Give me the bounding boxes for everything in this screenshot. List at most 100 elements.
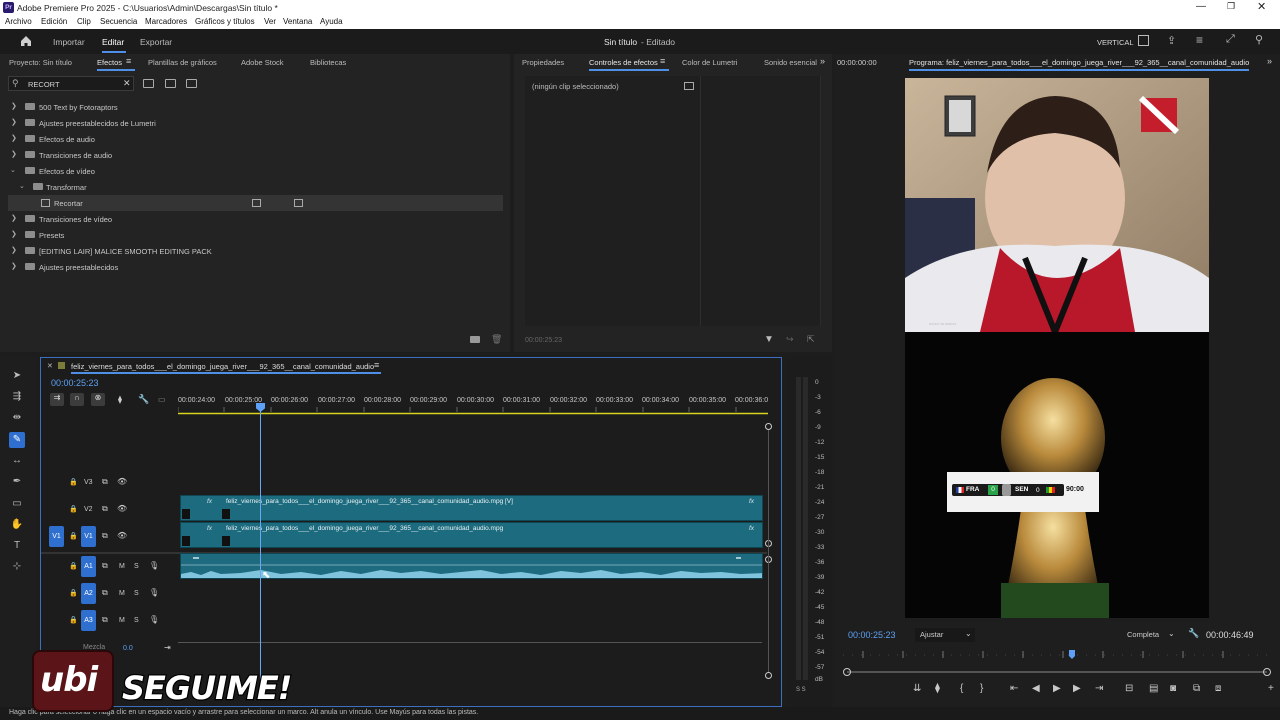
effects-search-field[interactable]: ⚲ RECORT ✕ — [8, 76, 134, 91]
a2-lock-icon[interactable]: 🔒 — [69, 589, 78, 597]
slip-tool-icon[interactable]: ↔ — [9, 453, 25, 469]
a3-mic-icon[interactable]: 🎙 — [149, 615, 159, 624]
mark-out-icon[interactable]: } — [980, 683, 983, 694]
toggle-timeline-icon[interactable] — [684, 82, 694, 90]
v1-sync-icon[interactable]: ⧉ — [102, 531, 108, 541]
tab-editar[interactable]: Editar — [102, 37, 124, 47]
new-bin-icon[interactable] — [470, 336, 480, 343]
tab-proyecto[interactable]: Proyecto: Sin título — [9, 58, 72, 67]
track-scroll-handle-bottom[interactable] — [765, 672, 772, 679]
pen-tool-icon[interactable]: ✒ — [9, 474, 25, 490]
tree-item-500-text[interactable]: ❯ 500 Text by Fotoraptors — [8, 99, 503, 115]
accelerated-effects-icon[interactable] — [143, 79, 154, 88]
program-time-ruler[interactable] — [843, 646, 1273, 676]
ripple-edit-tool-icon[interactable]: ⇹ — [9, 410, 25, 426]
menu-clip[interactable]: Clip — [77, 17, 91, 26]
tree-item-transiciones-audio[interactable]: ❯ Transiciones de audio — [8, 147, 503, 163]
home-icon[interactable] — [19, 34, 33, 48]
comparison-view-icon[interactable]: ▤ — [1149, 683, 1158, 694]
menu-ayuda[interactable]: Ayuda — [320, 17, 343, 26]
step-back-icon[interactable]: ◀ — [1032, 683, 1040, 694]
a3-solo[interactable]: S — [134, 617, 139, 624]
v2-label[interactable]: V2 — [84, 506, 93, 513]
filter-icon[interactable]: ▼ — [764, 334, 774, 345]
tree-item-transformar[interactable]: ⌄ Transformar — [8, 179, 503, 195]
tree-item-editing-lair[interactable]: ❯ [EDITING LAIR] MALICE SMOOTH EDITING PA… — [8, 243, 503, 259]
menu-archivo[interactable]: Archivo — [5, 17, 32, 26]
tab-plantillas[interactable]: Plantillas de gráficos — [148, 58, 217, 67]
workspace-layout-label[interactable]: VERTICAL — [1097, 38, 1134, 47]
menu-ver[interactable]: Ver — [264, 17, 276, 26]
go-to-in-icon[interactable]: ⇤ — [1010, 683, 1018, 694]
caption-tool-icon[interactable]: ⊹ — [9, 559, 25, 575]
track-scrollbar[interactable] — [768, 430, 769, 672]
tab-importar[interactable]: Importar — [53, 37, 85, 47]
panel-layout-icon[interactable] — [1138, 35, 1149, 46]
razor-tool-icon[interactable]: ✎ — [9, 432, 25, 448]
program-monitor-title[interactable]: Programa: feliz_viernes_para_todos___el_… — [909, 58, 1259, 67]
fit-dropdown[interactable]: Ajustar ⌄ — [915, 628, 975, 642]
a1-solo[interactable]: S — [134, 563, 139, 570]
more-tabs-icon[interactable]: » — [1267, 56, 1272, 66]
a1-label[interactable]: A1 — [81, 556, 96, 577]
track-scroll-handle-top[interactable] — [765, 423, 772, 430]
type-tool-icon[interactable]: T — [9, 538, 25, 554]
captions-icon[interactable]: ▭ — [158, 395, 166, 404]
menu-edicion[interactable]: Edición — [41, 17, 67, 26]
clear-search-icon[interactable]: ✕ — [123, 78, 131, 89]
play-only-audio-icon[interactable]: ↪ — [786, 334, 794, 345]
timeline-timecode[interactable]: 00:00:25:23 — [51, 378, 99, 388]
menu-secuencia[interactable]: Secuencia — [100, 17, 137, 26]
v2-eye-icon[interactable]: 👁 — [117, 504, 127, 513]
32bit-effects-icon[interactable] — [165, 79, 176, 88]
sequence-tab[interactable]: feliz_viernes_para_todos___el_domingo_ju… — [71, 362, 374, 371]
quality-dropdown[interactable]: Completa ⌄ — [1123, 628, 1175, 642]
wrench-icon[interactable]: 🔧 — [1188, 628, 1199, 639]
nest-toggle-icon[interactable]: ⇉ — [50, 393, 64, 406]
tab-adobe-stock[interactable]: Adobe Stock — [241, 58, 284, 67]
toggle-proxies-icon[interactable]: ⧉ — [1193, 683, 1200, 694]
rectangle-tool-icon[interactable]: ▭ — [9, 496, 25, 512]
mark-in-icon[interactable]: { — [960, 683, 963, 694]
a2-mic-icon[interactable]: 🎙 — [149, 588, 159, 597]
a3-label[interactable]: A3 — [81, 610, 96, 631]
selection-tool-icon[interactable]: ➤ — [9, 368, 25, 384]
a3-mute[interactable]: M — [119, 617, 125, 624]
export-frame-icon[interactable]: ⇱ — [807, 334, 815, 345]
mix-go-to-end-icon[interactable]: ⇥ — [164, 643, 171, 652]
a2-label[interactable]: A2 — [81, 583, 96, 604]
a2-solo[interactable]: S — [134, 590, 139, 597]
delete-icon[interactable]: 🗑 — [491, 334, 502, 345]
go-to-out-icon[interactable]: ⇥ — [1095, 683, 1103, 694]
minimize-icon[interactable]: — — [1196, 1, 1206, 12]
program-playhead-timecode[interactable]: 00:00:25:23 — [848, 630, 896, 640]
menu-ventana[interactable]: Ventana — [283, 17, 312, 26]
linked-selection-icon[interactable]: ⊗ — [91, 393, 105, 406]
a3-sync-icon[interactable]: ⧉ — [102, 615, 108, 625]
search-icon[interactable]: ⚲ — [1255, 33, 1263, 46]
snap-icon[interactable]: ∩ — [70, 393, 84, 406]
tree-item-lumetri[interactable]: ❯ Ajustes preestablecidos de Lumetri — [8, 115, 503, 131]
tree-item-ajustes[interactable]: ❯ Ajustes preestablecidos — [8, 259, 503, 275]
meter-solo-buttons[interactable]: S S — [796, 687, 806, 693]
v3-eye-icon[interactable]: 👁 — [117, 477, 127, 486]
sequence-menu-icon[interactable]: ≡ — [374, 360, 379, 370]
menu-icon[interactable]: ≡ — [1196, 33, 1203, 47]
add-marker-icon[interactable]: ⧫ — [118, 395, 122, 404]
tab-exportar[interactable]: Exportar — [140, 37, 172, 47]
add-marker-icon[interactable]: ⧫ — [935, 683, 940, 694]
a1-lock-icon[interactable]: 🔒 — [69, 562, 78, 570]
a1-mic-icon[interactable]: 🎙 — [149, 561, 159, 570]
extract-icon[interactable]: ⊟ — [1125, 683, 1133, 694]
a2-mute[interactable]: M — [119, 590, 125, 597]
maximize-icon[interactable]: ❐ — [1227, 1, 1235, 12]
step-forward-icon[interactable]: ▶ — [1073, 683, 1081, 694]
tab-controles-efectos[interactable]: Controles de efectos — [589, 58, 658, 67]
v1-label[interactable]: V1 — [81, 526, 96, 547]
a1-mute[interactable]: M — [119, 563, 125, 570]
export-frame-icon[interactable]: ◙ — [1170, 683, 1176, 694]
a1-sync-icon[interactable]: ⧉ — [102, 561, 108, 571]
tab-lumetri[interactable]: Color de Lumetri — [682, 58, 737, 67]
effect-controls-timecode[interactable]: 00:00:25:23 — [525, 337, 562, 344]
tab-efectos-menu-icon[interactable]: ≡ — [126, 56, 131, 66]
